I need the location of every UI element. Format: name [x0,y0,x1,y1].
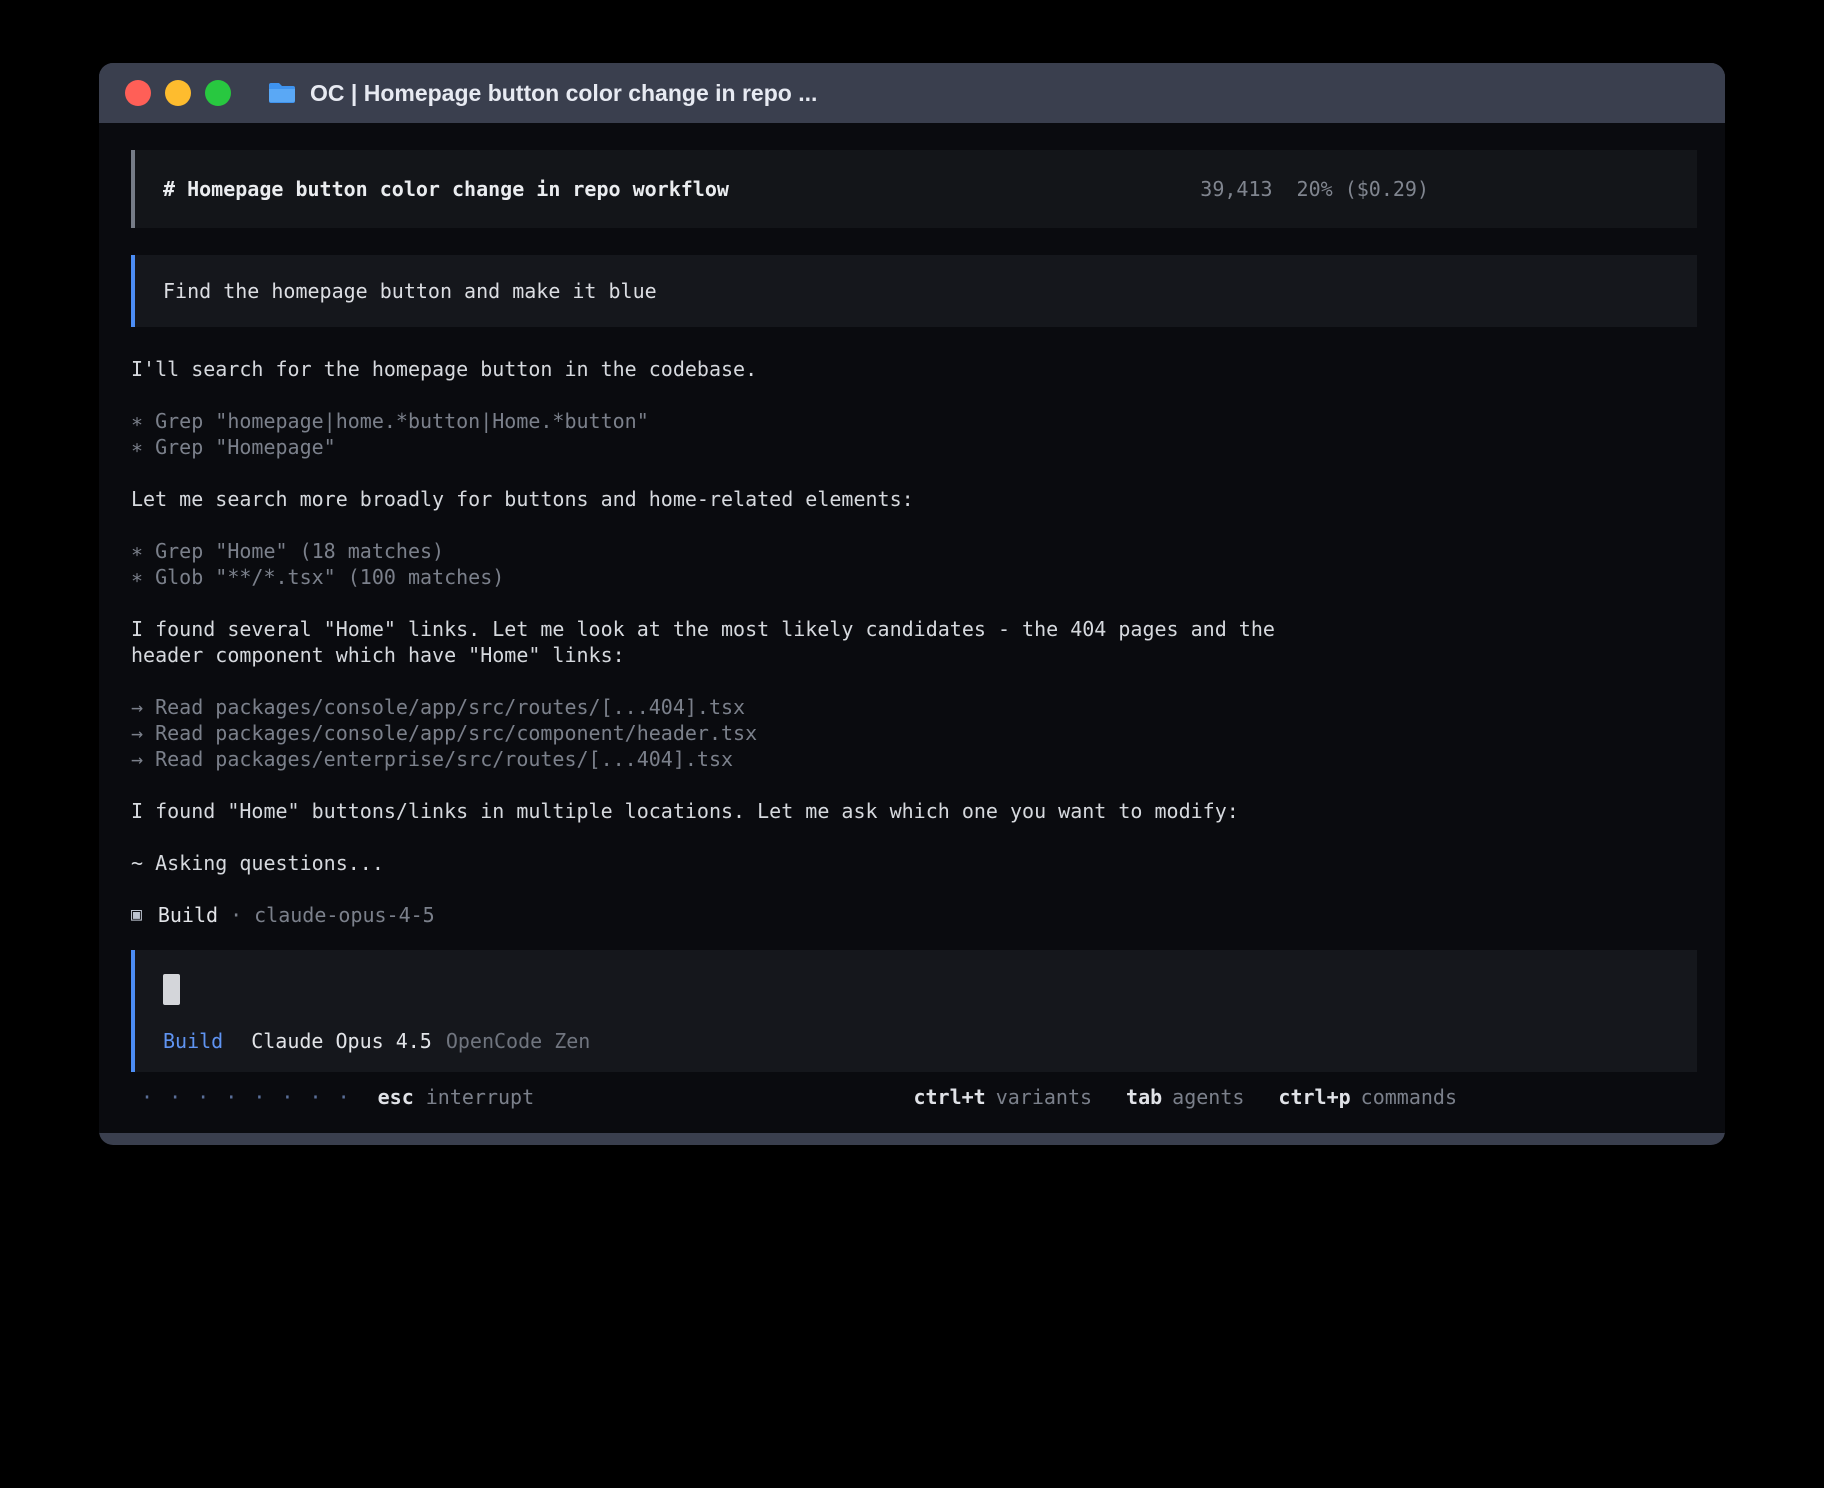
provider-label: OpenCode Zen [446,1028,591,1054]
shortcut-variants: ctrl+t variants [913,1084,1092,1110]
shortcut-key: ctrl+t [913,1085,985,1109]
tool-call-line: ∗ Grep "Homepage" [131,434,1697,460]
shortcut-commands: ctrl+p commands [1278,1084,1457,1110]
shortcut-label: variants [996,1085,1092,1109]
window-titlebar: OC | Homepage button color change in rep… [99,63,1725,123]
session-title: # Homepage button color change in repo w… [163,176,729,202]
assistant-text: I found several "Home" links. Let me loo… [131,616,1335,668]
mode-label: Build [163,1028,223,1054]
model-label: Claude Opus 4.5 [251,1028,432,1054]
zoom-button[interactable] [205,80,231,106]
window-title-group: OC | Homepage button color change in rep… [267,80,817,107]
spacer [131,876,1697,902]
agent-icon: ▣ [131,902,142,928]
assistant-text: I'll search for the homepage button in t… [131,356,1335,382]
separator-dot: · [230,902,242,928]
assistant-text: Let me search more broadly for buttons a… [131,486,1335,512]
read-file-line: → Read packages/enterprise/src/routes/[.… [131,746,1697,772]
tool-call-line: ∗ Grep "Home" (18 matches) [131,538,1697,564]
interrupt-label: interrupt [426,1084,534,1110]
session-stats: 39,413 20% ($0.29) [1200,176,1429,202]
agent-model: claude-opus-4-5 [254,902,435,928]
terminal-content: # Homepage button color change in repo w… [99,123,1725,1133]
read-file-line: → Read packages/console/app/src/componen… [131,720,1697,746]
text-cursor [163,974,180,1005]
context-usage: 20% ($0.29) [1297,176,1429,202]
spacer [131,824,1697,850]
spacer [131,668,1697,694]
spacer [131,512,1697,538]
shortcut-agents: tab agents [1126,1084,1244,1110]
shortcut-key: tab [1126,1085,1162,1109]
esc-key-label: esc [378,1084,414,1110]
spacer [131,590,1697,616]
terminal-window: OC | Homepage button color change in rep… [99,63,1725,1145]
spinner-dots: · · · · · · · · [141,1084,352,1110]
read-file-line: → Read packages/console/app/src/routes/[… [131,694,1697,720]
agent-name: Build [158,902,218,928]
shortcut-key: ctrl+p [1278,1085,1350,1109]
shortcut-label: commands [1361,1085,1457,1109]
user-message: Find the homepage button and make it blu… [131,255,1697,327]
close-button[interactable] [125,80,151,106]
folder-icon [267,81,297,105]
user-message-text: Find the homepage button and make it blu… [163,278,657,304]
window-title: OC | Homepage button color change in rep… [310,80,817,107]
prompt-input[interactable]: Build Claude Opus 4.5 OpenCode Zen [131,950,1697,1072]
minimize-button[interactable] [165,80,191,106]
status-footer: · · · · · · · · esc interrupt ctrl+t vari… [131,1084,1697,1110]
spacer [131,460,1697,486]
tool-call-line: ∗ Glob "**/*.tsx" (100 matches) [131,564,1697,590]
desktop-background: OC | Homepage button color change in rep… [0,0,1824,1488]
footer-left: · · · · · · · · esc interrupt [141,1084,534,1110]
footer-shortcuts: ctrl+t variants tab agents ctrl+p commands [913,1084,1457,1110]
conversation: I'll search for the homepage button in t… [131,356,1697,928]
session-header: # Homepage button color change in repo w… [131,150,1697,228]
shortcut-label: agents [1172,1085,1244,1109]
agent-status-line: ▣ Build · claude-opus-4-5 [131,902,1697,928]
tool-call-line: ∗ Grep "homepage|home.*button|Home.*butt… [131,408,1697,434]
traffic-lights [125,80,231,106]
token-count: 39,413 [1200,176,1272,202]
spacer [131,382,1697,408]
assistant-status-text: ~ Asking questions... [131,850,1335,876]
spacer [131,772,1697,798]
assistant-text: I found "Home" buttons/links in multiple… [131,798,1335,824]
input-status-bar: Build Claude Opus 4.5 OpenCode Zen [163,1028,1669,1054]
